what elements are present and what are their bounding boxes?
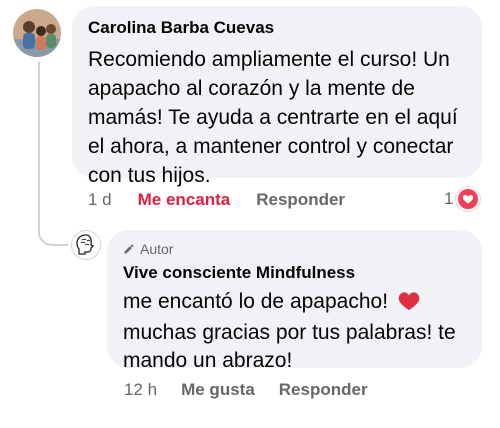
reply-timestamp[interactable]: 12 h bbox=[124, 380, 157, 400]
comment-author-name[interactable]: Carolina Barba Cuevas bbox=[88, 17, 466, 39]
comment-thread: Carolina Barba Cuevas Recomiendo ampliam… bbox=[0, 0, 500, 428]
reply-text: me encantó lo de apapacho! muchas gracia… bbox=[123, 288, 473, 375]
comment-text: Recomiendo ampliamente el curso! Un apap… bbox=[88, 48, 458, 187]
reaction-button[interactable]: Me encanta bbox=[138, 190, 231, 210]
reaction-summary[interactable]: 1 bbox=[444, 185, 481, 213]
like-button[interactable]: Me gusta bbox=[181, 380, 255, 400]
author-badge-label: Autor bbox=[140, 241, 174, 257]
reply-text-line-2: muchas gracias por tus palabras! te mand… bbox=[123, 321, 456, 372]
avatar[interactable] bbox=[13, 9, 61, 57]
reply-text-line-1: me encantó lo de apapacho! bbox=[123, 290, 394, 313]
pencil-icon bbox=[124, 244, 134, 254]
comment-actions: 1 d Me encanta Responder bbox=[88, 186, 345, 214]
reply-button[interactable]: Responder bbox=[256, 190, 345, 210]
comment-bubble: Carolina Barba Cuevas Recomiendo ampliam… bbox=[72, 6, 482, 187]
avatar-photo-icon bbox=[13, 9, 61, 57]
reply-button[interactable]: Responder bbox=[279, 380, 368, 400]
reply-author-name[interactable]: Vive consciente Mindfulness bbox=[123, 262, 466, 284]
comment-timestamp[interactable]: 1 d bbox=[88, 190, 112, 210]
red-heart-emoji bbox=[398, 291, 420, 319]
reply-actions: 12 h Me gusta Responder bbox=[124, 376, 368, 404]
heart-reaction-icon bbox=[456, 187, 481, 211]
author-badge: Autor bbox=[123, 240, 466, 258]
reaction-count: 1 bbox=[444, 189, 454, 208]
avatar[interactable] bbox=[71, 230, 101, 260]
mindfulness-logo-icon bbox=[76, 234, 95, 255]
reply-bubble: Autor Vive consciente Mindfulness me enc… bbox=[107, 230, 482, 372]
thread-connector-line bbox=[38, 62, 68, 246]
